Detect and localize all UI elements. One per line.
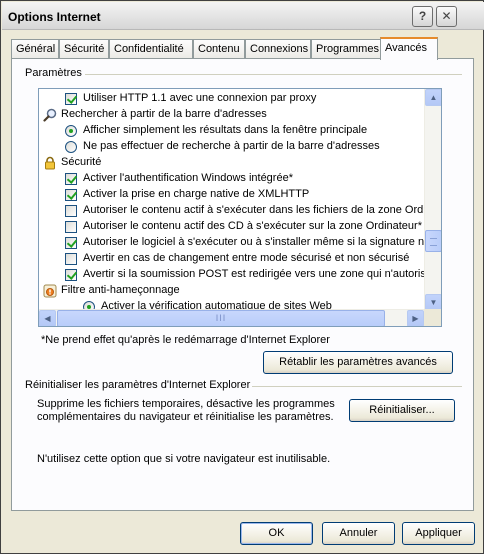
radio-button[interactable] [65,125,77,137]
settings-rows: Utiliser HTTP 1.1 avec une connexion par… [39,91,424,311]
scroll-up-arrow-icon[interactable]: ▲ [425,89,441,106]
list-item-label: Activer la prise en charge native de XML… [83,188,310,200]
list-category-label: Filtre anti-hameçonnage [61,284,180,296]
help-button[interactable]: ? [412,6,433,27]
restore-advanced-settings-button[interactable]: Rétablir les paramètres avancés [263,351,453,374]
tab-programs[interactable]: Programmes [311,39,381,58]
apply-button[interactable]: Appliquer [402,522,475,545]
options-internet-dialog: Options Internet ? ✕ Général Sécurité Co… [0,0,484,554]
reset-description-line1: Supprime les fichiers temporaires, désac… [37,398,335,410]
vertical-scroll-thumb[interactable] [425,230,441,252]
checkbox[interactable] [65,205,77,217]
list-category-label: Sécurité [61,156,102,168]
list-item-label: Ne pas effectuer de recherche à partir d… [83,140,380,152]
list-item-label: Autoriser le contenu actif des CD à s'ex… [83,220,422,232]
horizontal-scrollbar[interactable]: ◀ III ▶ [39,309,424,326]
tab-security[interactable]: Sécurité [59,39,109,58]
radio-button[interactable] [65,141,77,153]
close-button[interactable]: ✕ [436,6,457,27]
scrollbar-corner [424,309,441,326]
window-title: Options Internet [8,10,101,24]
tab-privacy[interactable]: Confidentialité [109,39,193,58]
horizontal-scroll-thumb[interactable]: III [57,310,385,326]
tab-general[interactable]: Général [11,39,59,58]
checkbox[interactable] [65,221,77,233]
checkbox[interactable] [65,189,77,201]
reset-description-line2: complémentaires du navigateur et réiniti… [37,411,334,423]
checkbox[interactable] [65,269,77,281]
list-item-label: Afficher simplement les résultats dans l… [83,124,368,136]
title-bar[interactable]: Options Internet ? ✕ [2,2,484,30]
tab-content[interactable]: Contenu [193,39,245,58]
reset-group-label: Réinitialiser les paramètres d'Internet … [23,379,253,391]
vertical-scrollbar[interactable]: ▲ ▼ [424,89,441,311]
scroll-right-arrow-icon[interactable]: ▶ [407,310,424,326]
list-item-label: Activer l'authentification Windows intég… [83,172,293,184]
reset-button[interactable]: Réinitialiser... [349,399,455,422]
settings-group-divider [85,74,462,75]
list-item-label: Avertir en cas de changement entre mode … [83,252,410,264]
ok-button[interactable]: OK [240,522,313,545]
cancel-button[interactable]: Annuler [322,522,395,545]
scroll-left-arrow-icon[interactable]: ◀ [39,310,56,326]
reset-group-divider [249,386,462,387]
list-item-label: Avertir si la soumission POST est rediri… [83,268,424,280]
restart-note: *Ne prend effet qu'après le redémarrage … [41,334,330,346]
reset-warning: N'utilisez cette option que si votre nav… [37,453,331,465]
phishing-filter-icon [43,284,57,298]
tab-advanced[interactable]: Avancés [380,37,438,60]
list-item-label: Autoriser le logiciel à s'exécuter ou à … [83,236,424,248]
list-category-label: Rechercher à partir de la barre d'adress… [61,108,267,120]
checkbox[interactable] [65,173,77,185]
list-item-label: Utiliser HTTP 1.1 avec une connexion par… [83,92,317,104]
list-item-label: Autoriser le contenu actif à s'exécuter … [83,204,424,216]
checkbox[interactable] [65,253,77,265]
tab-connections[interactable]: Connexions [245,39,311,58]
lock-icon [45,156,55,170]
magnifier-icon [43,108,57,122]
checkbox[interactable] [65,93,77,105]
checkbox[interactable] [65,237,77,249]
advanced-settings-list[interactable]: Utiliser HTTP 1.1 avec une connexion par… [38,88,442,327]
settings-group-label: Paramètres [23,67,84,79]
